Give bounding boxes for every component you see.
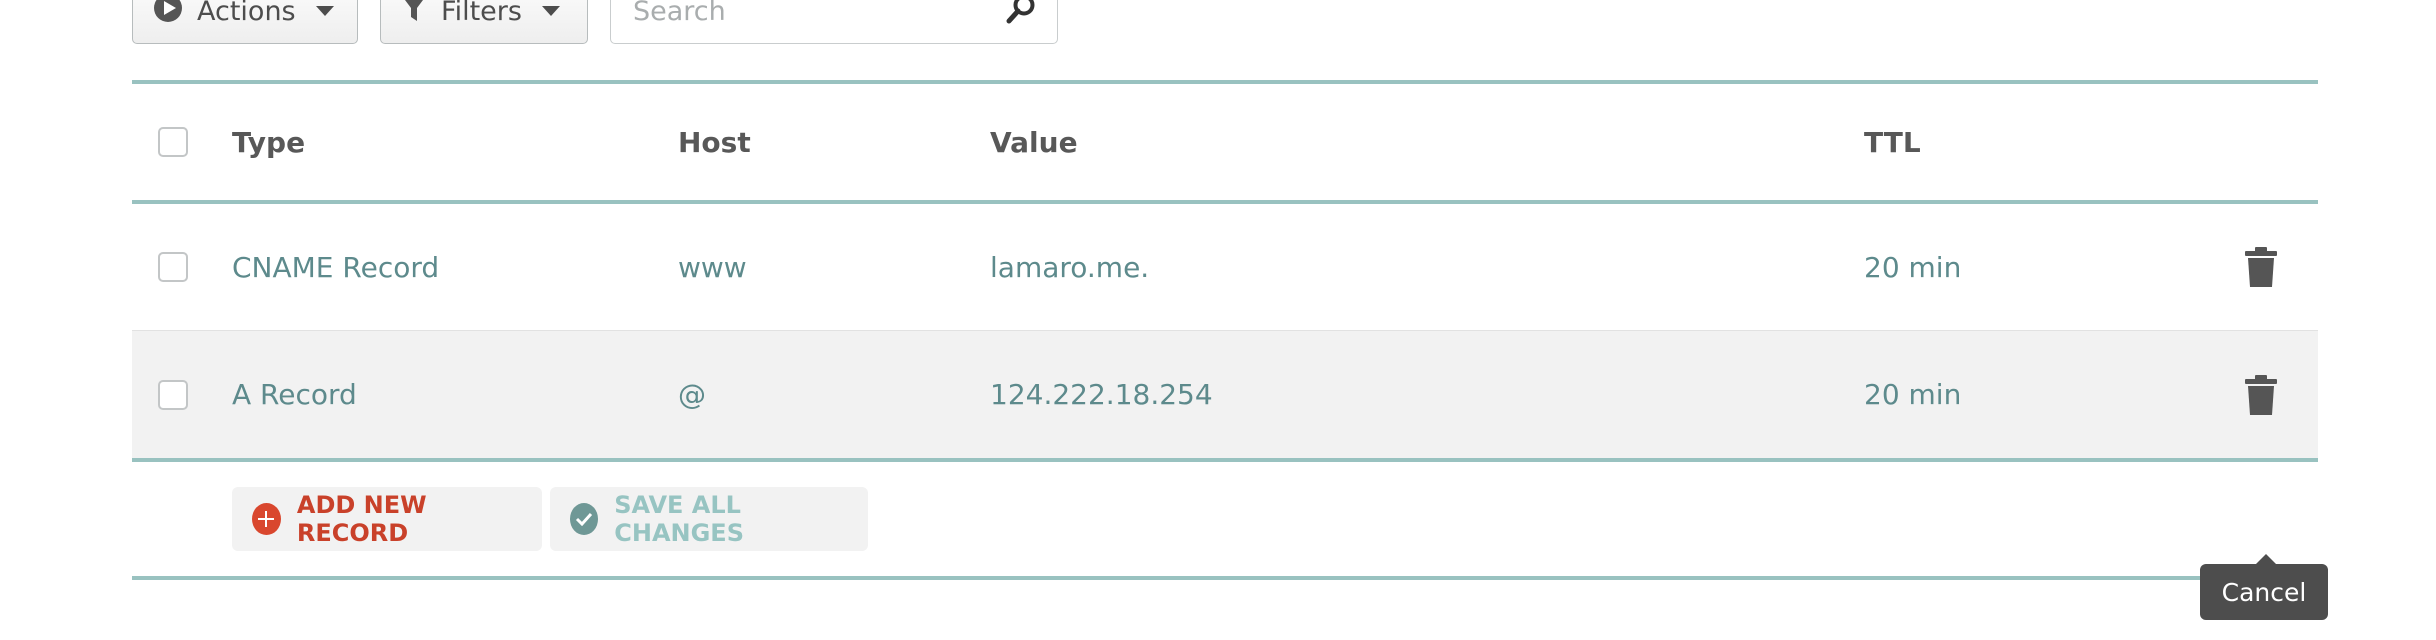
row-checkbox[interactable] (158, 379, 188, 410)
save-all-changes-button[interactable]: SAVE ALL CHANGES (550, 487, 868, 551)
column-header-value[interactable]: Value (990, 126, 1078, 159)
actions-dropdown-button[interactable]: Actions (132, 0, 358, 44)
filters-label: Filters (441, 0, 522, 27)
check-circle-icon (570, 503, 599, 535)
search-box (610, 0, 1058, 44)
select-all-checkbox[interactable] (158, 127, 188, 157)
dns-records-table: Type Host Value TTL CNAME Record www lam… (132, 80, 2318, 580)
chevron-down-icon (315, 6, 334, 16)
search-icon[interactable] (1005, 0, 1037, 29)
add-new-record-button[interactable]: ADD NEW RECORD (232, 487, 542, 551)
cancel-label: Cancel (2221, 577, 2307, 607)
chevron-down-icon (541, 6, 560, 16)
record-type[interactable]: A Record (232, 378, 357, 411)
table-bottom-divider (132, 576, 2318, 580)
play-circle-icon (153, 0, 183, 30)
trash-icon[interactable] (2244, 247, 2278, 287)
record-type[interactable]: CNAME Record (232, 251, 439, 284)
trash-icon[interactable] (2244, 374, 2278, 415)
actions-label: Actions (197, 0, 296, 27)
search-input[interactable] (631, 0, 975, 28)
column-header-type[interactable]: Type (232, 126, 305, 159)
toolbar: Actions Filters (132, 0, 1058, 44)
table-row[interactable]: CNAME Record www lamaro.me. 20 min (132, 204, 2318, 331)
add-new-record-label: ADD NEW RECORD (296, 491, 427, 547)
record-host[interactable]: www (678, 251, 747, 284)
record-ttl[interactable]: 20 min (1864, 378, 1961, 411)
table-row[interactable]: A Record @ 124.222.18.254 20 min (132, 331, 2318, 458)
row-checkbox[interactable] (158, 252, 188, 282)
column-header-host[interactable]: Host (678, 126, 751, 159)
table-header-row: Type Host Value TTL (132, 84, 2318, 200)
record-value[interactable]: lamaro.me. (990, 251, 1149, 284)
save-all-changes-label: SAVE ALL CHANGES (614, 491, 744, 547)
filters-dropdown-button[interactable]: Filters (380, 0, 588, 44)
column-header-ttl[interactable]: TTL (1864, 126, 1921, 159)
plus-circle-icon (252, 503, 281, 535)
cancel-tooltip-button[interactable]: Cancel (2200, 554, 2328, 620)
record-host[interactable]: @ (678, 378, 706, 411)
record-value[interactable]: 124.222.18.254 (990, 378, 1213, 411)
funnel-icon (401, 0, 427, 30)
table-footer: ADD NEW RECORD SAVE ALL CHANGES (132, 462, 2318, 576)
record-ttl[interactable]: 20 min (1864, 251, 1961, 284)
